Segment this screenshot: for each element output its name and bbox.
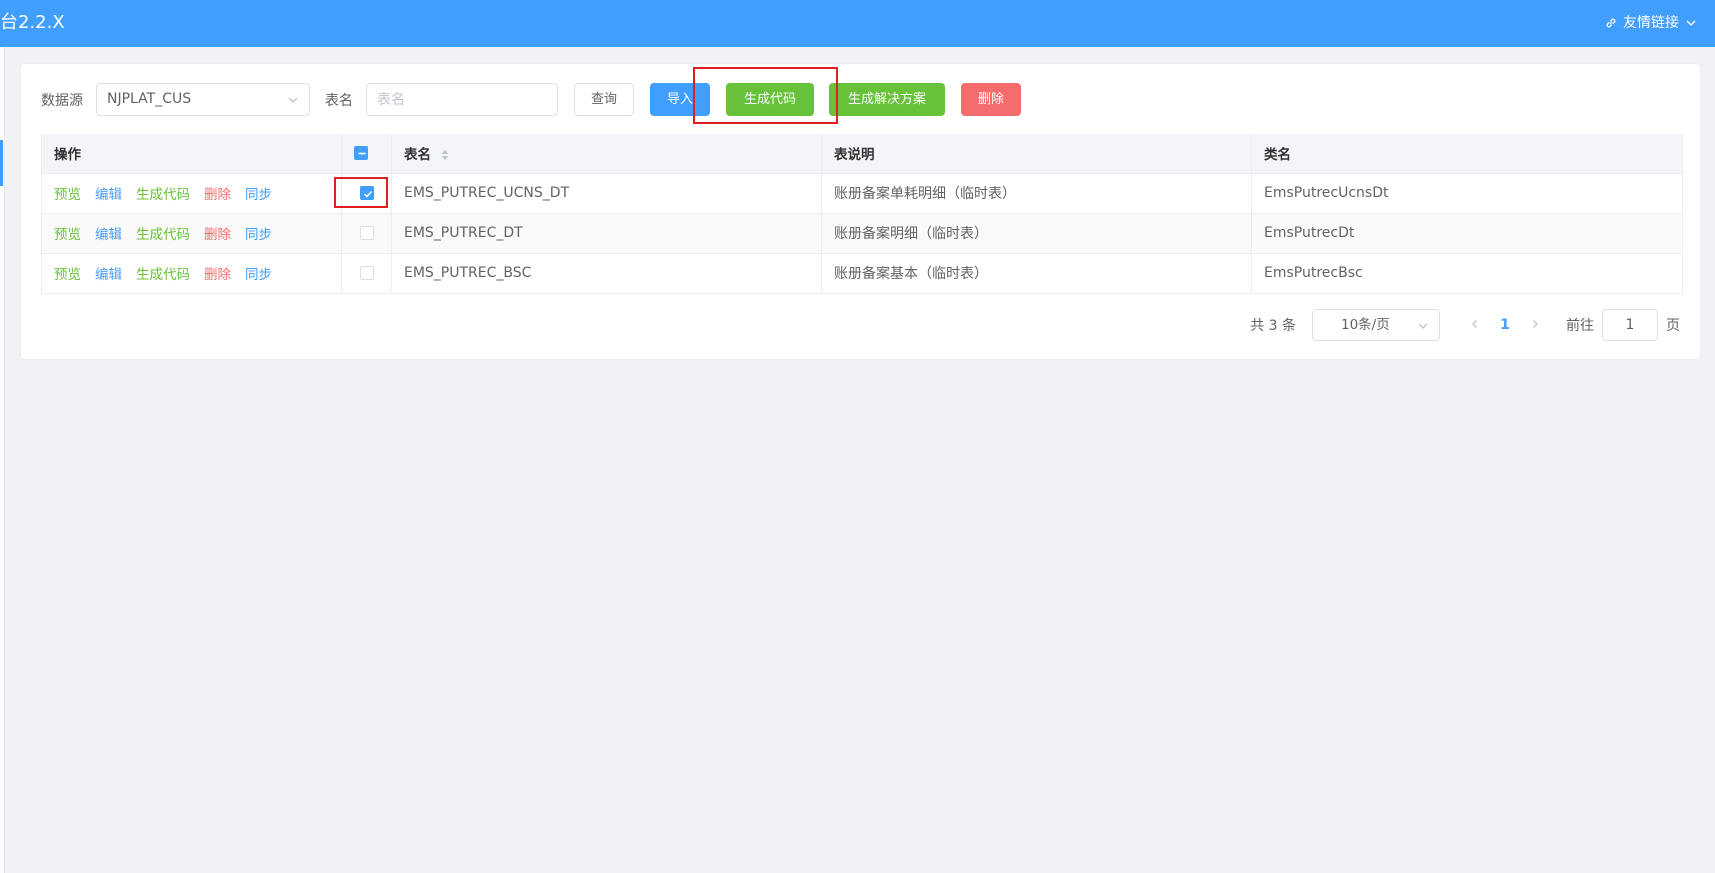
table-name-cell: EMS_PUTREC_UCNS_DT — [391, 173, 822, 214]
edit-link[interactable]: 编辑 — [95, 267, 122, 283]
page-suffix-label: 页 — [1666, 317, 1680, 334]
import-button[interactable]: 导入 — [650, 83, 710, 116]
datasource-select[interactable]: NJPLAT_CUS — [96, 83, 310, 116]
class-name-cell: EmsPutrecUcnsDt — [1251, 173, 1683, 214]
delete-button[interactable]: 删除 — [961, 83, 1021, 116]
datasource-label: 数据源 — [41, 93, 83, 109]
tablename-label: 表名 — [325, 93, 353, 109]
goto-page-input[interactable] — [1602, 308, 1658, 341]
row-checkbox[interactable] — [359, 266, 374, 280]
preview-link[interactable]: 预览 — [54, 267, 81, 283]
chevron-down-icon — [288, 97, 298, 103]
row-checkbox[interactable] — [359, 186, 374, 200]
table-name-cell: EMS_PUTREC_BSC — [391, 253, 822, 294]
row-select-cell — [341, 173, 392, 214]
code-generator-panel: 数据源 NJPLAT_CUS 表名 查询 导入 生成代码 生成解决方案 删除 操… — [20, 63, 1701, 360]
delete-link[interactable]: 删除 — [204, 187, 231, 203]
page-size-select[interactable]: 10条/页 — [1312, 308, 1440, 341]
table-row: 预览 编辑 生成代码 删除 同步 EMS_PUTREC_BSC 账册备案基本（临时表） … — [41, 253, 1683, 294]
page-size-value: 10条/页 — [1341, 316, 1390, 333]
goto-label: 前往 — [1566, 317, 1594, 334]
sync-link[interactable]: 同步 — [245, 187, 272, 203]
column-header-actions: 操作 — [41, 134, 342, 174]
table-row: 预览 编辑 生成代码 删除 同步 EMS_PUTREC_DT 账册备案明细（临时表） E… — [41, 213, 1683, 254]
query-button[interactable]: 查询 — [574, 83, 634, 116]
table-name-cell: EMS_PUTREC_DT — [391, 213, 822, 254]
select-all-checkbox[interactable] — [354, 146, 368, 161]
table-header-row: 操作 表名 表说明 类名 — [41, 134, 1683, 174]
column-header-class: 类名 — [1251, 134, 1683, 174]
column-header-name-label: 表名 — [404, 147, 431, 164]
table-comment-cell: 账册备案单耗明细（临时表） — [821, 173, 1252, 214]
edit-link[interactable]: 编辑 — [95, 187, 122, 203]
top-navbar: 台2.2.X 友情链接 — [0, 0, 1715, 47]
chevron-down-icon — [1418, 323, 1428, 329]
sync-link[interactable]: 同步 — [245, 227, 272, 243]
friend-links-label: 友情链接 — [1623, 15, 1679, 31]
search-toolbar: 数据源 NJPLAT_CUS 表名 查询 导入 生成代码 生成解决方案 删除 — [21, 64, 1700, 136]
table-list: 操作 表名 表说明 类名 预览 编辑 生成代码 删除 同步 EMS_PUTREC… — [41, 134, 1683, 294]
row-actions: 预览 编辑 生成代码 删除 同步 — [41, 173, 342, 214]
table-comment-cell: 账册备案基本（临时表） — [821, 253, 1252, 294]
generate-code-button[interactable]: 生成代码 — [726, 83, 814, 116]
pagination-total: 共 3 条 — [1250, 317, 1296, 334]
row-actions: 预览 编辑 生成代码 删除 同步 — [41, 253, 342, 294]
column-header-comment: 表说明 — [821, 134, 1252, 174]
column-header-name[interactable]: 表名 — [391, 134, 822, 174]
generate-code-link[interactable]: 生成代码 — [136, 187, 190, 203]
sidebar-active-indicator — [0, 140, 3, 186]
prev-page-button[interactable] — [1460, 317, 1490, 333]
delete-link[interactable]: 删除 — [204, 267, 231, 283]
sort-icon[interactable] — [440, 148, 450, 162]
chevron-down-icon — [1686, 20, 1696, 26]
chevron-left-icon — [1472, 319, 1477, 328]
table-row: 预览 编辑 生成代码 删除 同步 EMS_PUTREC_UCNS_DT 账册备案单耗明细… — [41, 173, 1683, 214]
row-checkbox[interactable] — [359, 226, 374, 240]
chevron-right-icon — [1533, 319, 1538, 328]
friend-links-menu[interactable]: 友情链接 — [1605, 13, 1697, 33]
row-select-cell — [341, 253, 392, 294]
page-number-current[interactable]: 1 — [1490, 317, 1520, 333]
generate-solution-button[interactable]: 生成解决方案 — [829, 83, 945, 116]
column-header-select — [341, 134, 392, 174]
class-name-cell: EmsPutrecDt — [1251, 213, 1683, 254]
sidebar-edge — [0, 47, 5, 873]
edit-link[interactable]: 编辑 — [95, 227, 122, 243]
link-icon — [1606, 18, 1616, 28]
generate-code-link[interactable]: 生成代码 — [136, 227, 190, 243]
pagination: 共 3 条 10条/页 1 前往 页 — [1250, 308, 1680, 341]
generate-code-link[interactable]: 生成代码 — [136, 267, 190, 283]
tablename-input[interactable] — [366, 83, 558, 116]
preview-link[interactable]: 预览 — [54, 187, 81, 203]
row-select-cell — [341, 213, 392, 254]
row-actions: 预览 编辑 生成代码 删除 同步 — [41, 213, 342, 254]
class-name-cell: EmsPutrecBsc — [1251, 253, 1683, 294]
preview-link[interactable]: 预览 — [54, 227, 81, 243]
delete-link[interactable]: 删除 — [204, 227, 231, 243]
sync-link[interactable]: 同步 — [245, 267, 272, 283]
datasource-value: NJPLAT_CUS — [107, 91, 192, 107]
table-comment-cell: 账册备案明细（临时表） — [821, 213, 1252, 254]
next-page-button[interactable] — [1520, 317, 1550, 333]
app-title: 台2.2.X — [0, 12, 65, 33]
